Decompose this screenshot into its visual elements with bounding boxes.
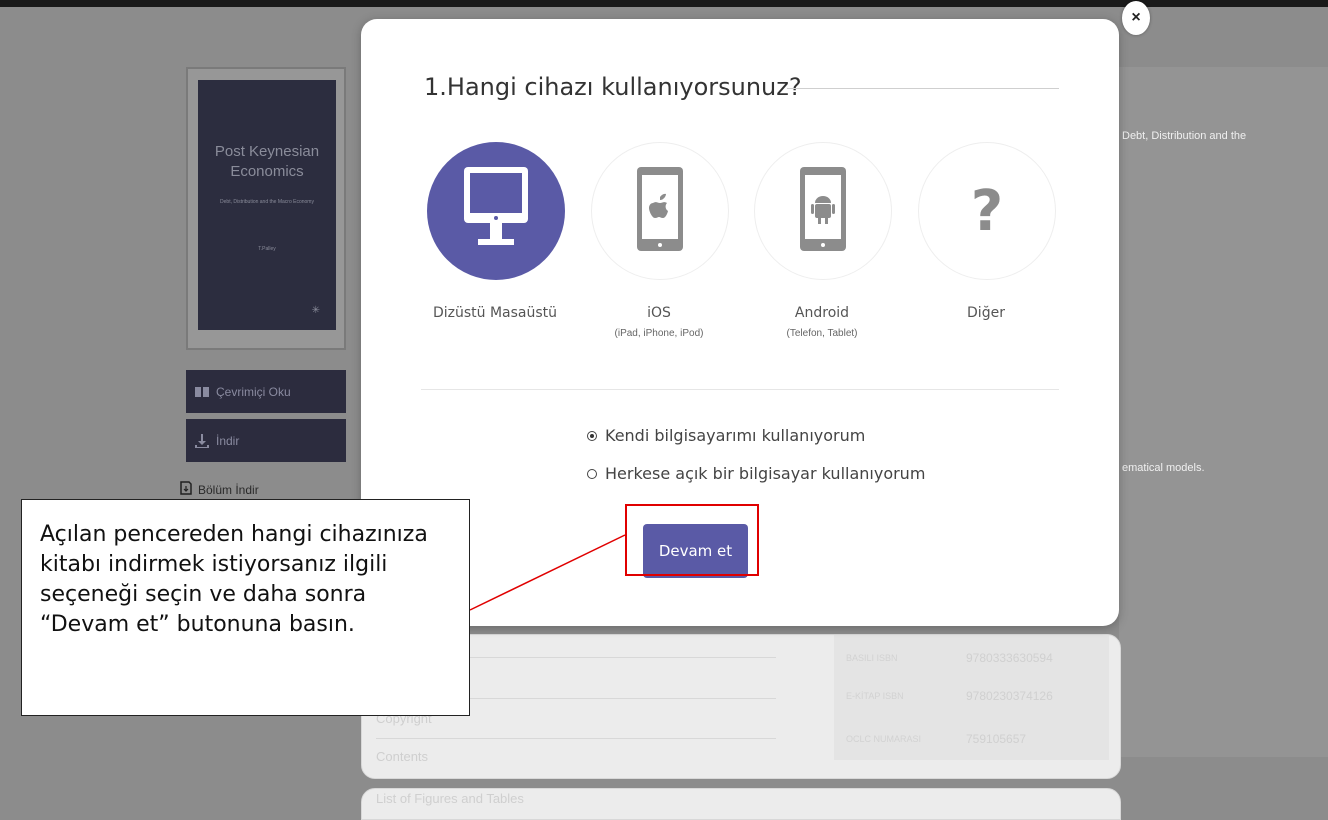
ipad-apple-icon bbox=[637, 166, 683, 256]
read-online-label: Çevrimiçi Oku bbox=[216, 384, 291, 399]
device-sub-android: (Telefon, Tablet) bbox=[786, 328, 858, 339]
book-cover-frame: Post Keynesian Economics Debt, Distribut… bbox=[186, 67, 346, 350]
device-option-desktop[interactable] bbox=[427, 142, 565, 280]
isbn-print-row: BASILI ISBN 9780333630594 bbox=[846, 651, 1053, 665]
close-icon: × bbox=[1131, 9, 1141, 26]
isbn-ebook-label: E-KİTAP ISBN bbox=[846, 691, 904, 701]
isbn-print-value: 9780333630594 bbox=[966, 651, 1053, 665]
radio-own-computer-label: Kendi bilgisayarımı kullanıyorum bbox=[605, 426, 866, 445]
title-divider bbox=[787, 88, 1059, 89]
device-label-android: Android bbox=[794, 305, 850, 321]
radio-public-computer-label: Herkese açık bir bilgisayar kullanıyorum bbox=[605, 464, 926, 483]
cover-title-1: Post Keynesian bbox=[214, 143, 320, 160]
question-mark-icon: ? bbox=[970, 178, 1004, 244]
content-panel bbox=[1119, 67, 1328, 757]
close-modal-button[interactable]: × bbox=[1122, 1, 1150, 35]
oclc-value: 759105657 bbox=[966, 732, 1027, 746]
modal-divider bbox=[421, 389, 1059, 390]
oclc-row: OCLC NUMARASI 759105657 bbox=[846, 732, 1026, 746]
device-label-desktop: Dizüstü Masaüstü bbox=[432, 305, 558, 321]
toc-row-figures[interactable]: List of Figures and Tables bbox=[376, 791, 524, 806]
description-snippet-2: ematical models. bbox=[1122, 462, 1205, 474]
radio-own-computer[interactable]: Kendi bilgisayarımı kullanıyorum bbox=[587, 426, 865, 445]
instruction-callout: Açılan pencereden hangi cihazınıza kitab… bbox=[21, 499, 470, 716]
book-cover: Post Keynesian Economics Debt, Distribut… bbox=[198, 80, 336, 330]
android-phone-icon bbox=[800, 166, 846, 256]
device-label-ios: iOS bbox=[647, 305, 671, 321]
download-button[interactable]: İndir bbox=[186, 419, 346, 462]
read-online-button[interactable]: Çevrimiçi Oku bbox=[186, 370, 346, 413]
isbn-ebook-value: 9780230374126 bbox=[966, 689, 1053, 703]
isbn-ebook-row: E-KİTAP ISBN 9780230374126 bbox=[846, 689, 1053, 703]
download-label: İndir bbox=[216, 433, 240, 448]
modal-title: 1.Hangi cihazı kullanıyorsunuz? bbox=[424, 73, 802, 101]
isbn-info: BASILI ISBN 9780333630594 E-KİTAP ISBN 9… bbox=[834, 635, 1109, 760]
oclc-label: OCLC NUMARASI bbox=[846, 734, 922, 744]
device-sub-ios: (iPad, iPhone, iPod) bbox=[614, 328, 704, 339]
download-icon bbox=[194, 433, 210, 449]
chapter-download-link[interactable]: Bölüm İndir bbox=[180, 481, 259, 498]
radio-button-checked[interactable] bbox=[587, 430, 597, 441]
description-snippet: Debt, Distribution and the bbox=[1122, 130, 1247, 142]
device-label-other: Diğer bbox=[967, 305, 1005, 321]
highlight-box bbox=[625, 504, 759, 576]
book-icon bbox=[194, 384, 210, 400]
device-option-ios[interactable] bbox=[591, 142, 729, 280]
device-option-android[interactable] bbox=[754, 142, 892, 280]
desktop-icon bbox=[464, 166, 528, 256]
cover-title-2: Economics bbox=[230, 163, 304, 180]
isbn-print-label: BASILI ISBN bbox=[846, 653, 898, 663]
sparkle-icon: ✳ bbox=[311, 305, 320, 316]
radio-public-computer[interactable]: Herkese açık bir bilgisayar kullanıyorum bbox=[587, 464, 925, 483]
toc-row-contents[interactable]: Contents bbox=[376, 738, 776, 764]
cover-author: T.Palley bbox=[258, 246, 276, 252]
toc-card-bottom: List of Figures and Tables bbox=[361, 788, 1121, 820]
cover-subtitle: Debt, Distribution and the Macro Economy bbox=[220, 199, 314, 205]
table-of-contents-card: r Copyright Contents BASILI ISBN 9780333… bbox=[361, 634, 1121, 779]
chapter-download-icon bbox=[180, 481, 192, 498]
device-option-other[interactable]: ? bbox=[918, 142, 1056, 280]
chapter-download-label: Bölüm İndir bbox=[198, 482, 259, 497]
radio-button-unchecked[interactable] bbox=[587, 468, 597, 479]
